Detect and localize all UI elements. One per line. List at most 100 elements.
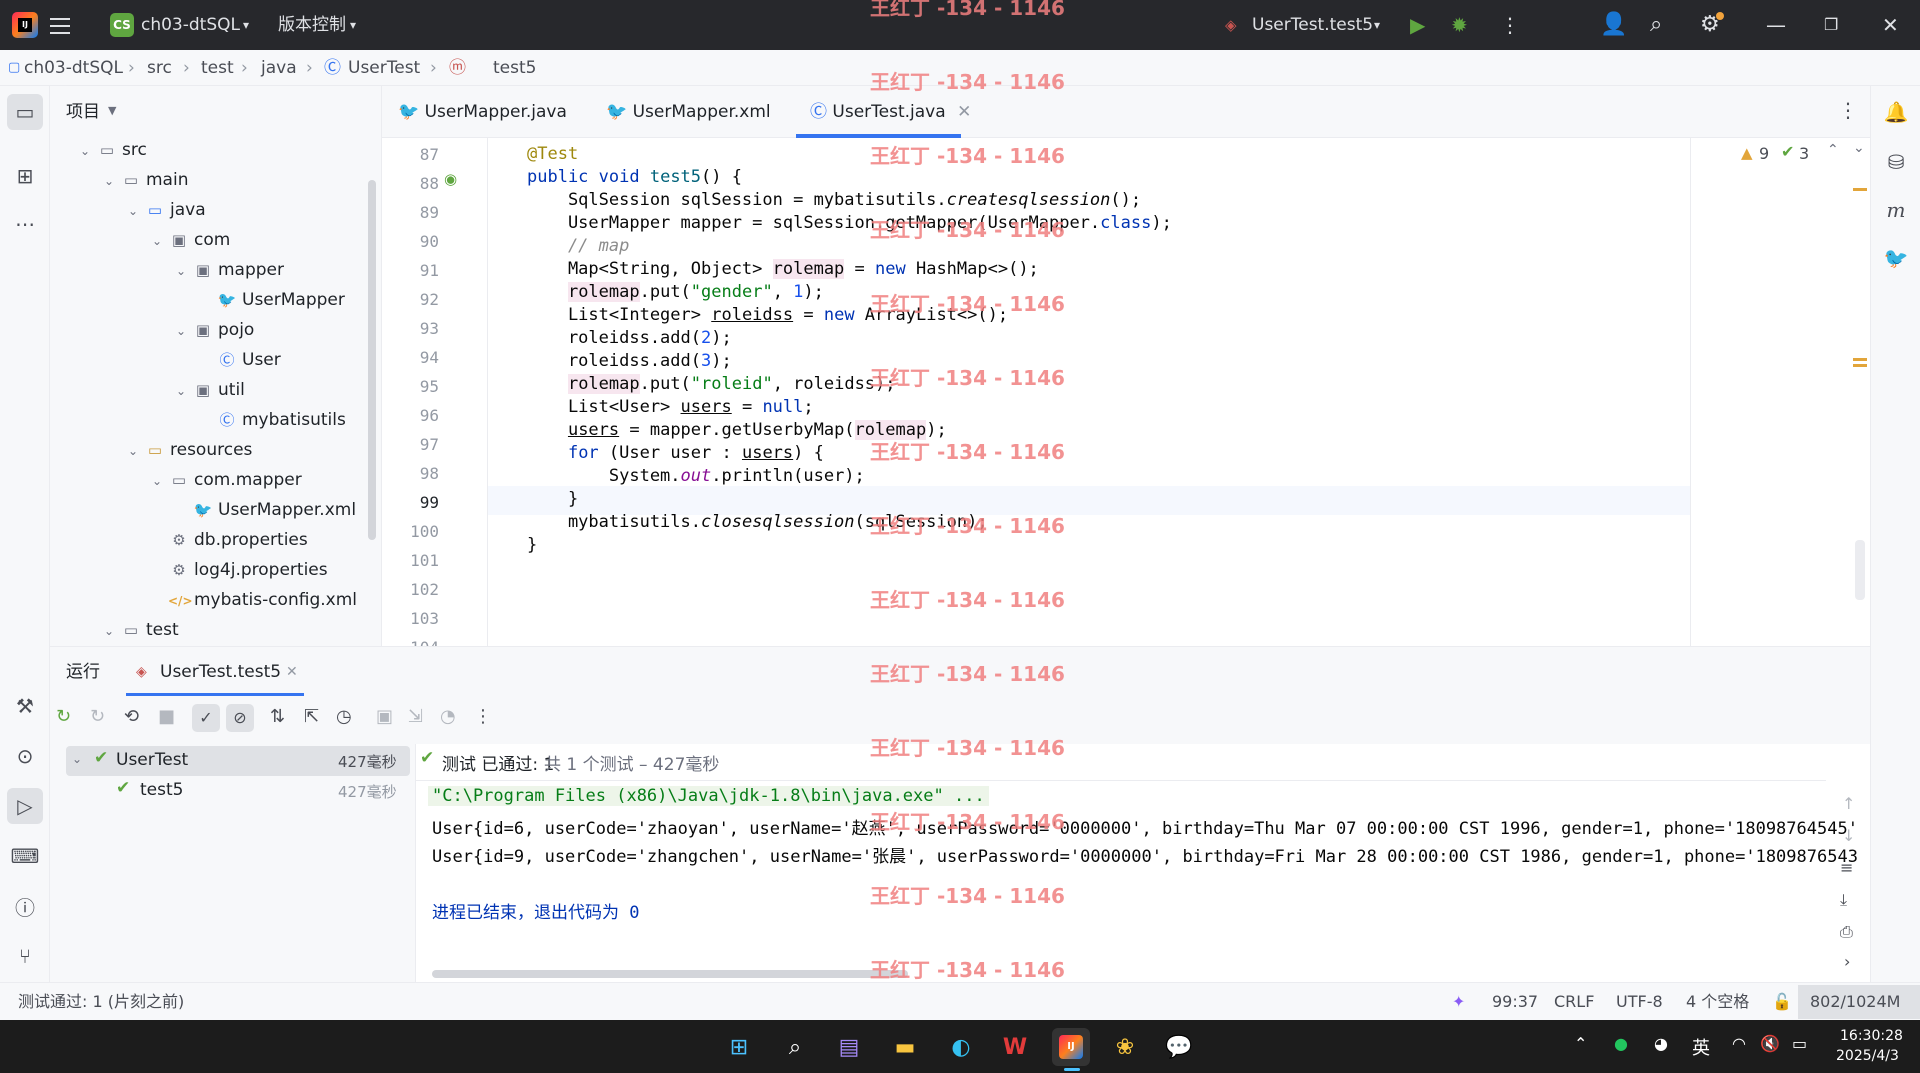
run-tool-icon[interactable]: ▷	[7, 788, 43, 824]
readonly-lock-icon[interactable]: 🔓	[1772, 983, 1792, 1021]
next-highlight-chevron-down-icon[interactable]: ⌄	[1853, 140, 1865, 156]
scroll-down-arrow-icon[interactable]: ↓	[1842, 826, 1855, 845]
tab-usermapper-java[interactable]: 🐦 UserMapper.java	[398, 86, 567, 138]
tab-usertest-java[interactable]: Ⓒ UserTest.java ✕	[810, 86, 971, 138]
run-more-icon[interactable]: ⋮	[474, 706, 492, 727]
line-number[interactable]: 96	[420, 406, 439, 425]
tree-item[interactable]: ⌄ ▭ src	[80, 135, 147, 165]
ai-assistant-icon[interactable]: ✦	[1452, 983, 1465, 1021]
tree-item[interactable]: Ⓒ User	[200, 345, 280, 375]
tree-item[interactable]: 🐦 UserMapper	[200, 285, 345, 315]
code-editor[interactable]: @Test public void test5() { SqlSession s…	[487, 138, 1690, 646]
line-number[interactable]: 88	[420, 174, 439, 193]
tabs-more-icon[interactable]: ⋮	[1838, 98, 1858, 122]
show-ignored-icon[interactable]: ⊘	[226, 704, 254, 732]
line-number[interactable]: 102	[410, 580, 439, 599]
tree-item[interactable]: 🐦 UserMapper.xml	[176, 495, 356, 525]
breadcrumb-item-project[interactable]: ch03-dtSQL	[24, 50, 123, 86]
rerun-failed-icon[interactable]: ↻	[90, 706, 105, 727]
screenshot-camera-icon[interactable]: ▣	[376, 706, 393, 727]
editor-scrollbar[interactable]	[1855, 540, 1865, 600]
more-actions-icon[interactable]: ⋮	[1500, 0, 1520, 50]
memory-indicator[interactable]: 802/1024M	[1810, 983, 1900, 1021]
project-panel-chevron-down-icon[interactable]: ▼	[108, 104, 116, 117]
console-output[interactable]: ✔ 测试 已通过: 1 共 1 个测试 – 427毫秒 "C:\Program …	[416, 744, 1870, 982]
indent-setting[interactable]: 4 个空格	[1686, 983, 1749, 1021]
tree-item[interactable]: ⌄ ▭ test	[104, 615, 179, 645]
tree-item[interactable]: ⌄ ▣ pojo	[176, 315, 254, 345]
line-number[interactable]: 101	[410, 551, 439, 570]
test-case-label[interactable]: test5	[140, 780, 183, 800]
weak-warning-check-icon[interactable]: ✔	[1781, 142, 1794, 161]
error-stripe-mark[interactable]	[1853, 364, 1867, 367]
taskbar-search-icon[interactable]: ⌕	[776, 1028, 814, 1066]
intellij-taskbar-icon[interactable]: IJ	[1052, 1028, 1090, 1066]
sort-icon[interactable]: ⇅	[270, 706, 285, 727]
tray-qq-icon[interactable]: ◕	[1654, 1034, 1668, 1053]
toggle-auto-test-icon[interactable]: ⟲	[124, 706, 139, 727]
tab-usermapper-xml[interactable]: 🐦 UserMapper.xml	[606, 86, 771, 138]
file-encoding[interactable]: UTF-8	[1616, 983, 1663, 1021]
main-menu-icon[interactable]	[50, 15, 70, 35]
vcs-chevron-down-icon[interactable]: ▾	[350, 0, 356, 50]
history-clock-icon[interactable]: ◷	[336, 706, 352, 727]
status-message[interactable]: 测试通过: 1 (片刻之前)	[18, 983, 184, 1021]
scroll-up-arrow-icon[interactable]: ↑	[1842, 794, 1855, 813]
search-everywhere-icon[interactable]: ⌕	[1650, 0, 1662, 50]
debug-icon[interactable]: ✹	[1451, 0, 1468, 50]
error-stripe-mark[interactable]	[1853, 358, 1867, 361]
project-scrollbar[interactable]	[368, 180, 376, 540]
intellij-logo-icon[interactable]: IJ	[12, 12, 38, 38]
chevron-down-icon[interactable]: ⌄	[104, 166, 120, 196]
tree-item[interactable]: ⌄ ▣ mapper	[176, 255, 284, 285]
tray-wechat-icon[interactable]: ●	[1614, 1034, 1628, 1053]
breadcrumb-item-class[interactable]: UserTest	[348, 50, 420, 86]
database-icon[interactable]: ⛁	[1878, 144, 1914, 180]
breadcrumb-item-src[interactable]: src	[147, 50, 172, 86]
chevron-down-icon[interactable]: ⌄	[176, 316, 192, 346]
vcs-widget[interactable]: 版本控制	[278, 0, 346, 50]
breadcrumb-item-java[interactable]: java	[261, 50, 297, 86]
console-scrollbar-horizontal[interactable]	[432, 970, 908, 978]
stop-icon[interactable]: ■	[158, 706, 175, 727]
tray-chevron-up-icon[interactable]: ⌃	[1574, 1034, 1587, 1053]
warning-icon[interactable]: ▲	[1741, 144, 1753, 162]
tree-item[interactable]: ⌄ ▭ main	[104, 165, 188, 195]
project-panel-title[interactable]: 项目	[66, 86, 100, 138]
problems-icon[interactable]: ⓘ	[7, 888, 43, 924]
terminal-icon[interactable]: ⌨	[7, 838, 43, 874]
line-number[interactable]: 89	[420, 203, 439, 222]
clock-date[interactable]: 2025/4/3	[1836, 1048, 1899, 1064]
edge-browser-icon[interactable]: ◐	[942, 1028, 980, 1066]
clock-time[interactable]: 16:30:28	[1840, 1028, 1903, 1044]
input-language[interactable]: 英	[1692, 1034, 1710, 1060]
windows-start-icon[interactable]: ⊞	[720, 1028, 758, 1066]
coverage-gauge-icon[interactable]: ◔	[440, 706, 456, 727]
project-name[interactable]: ch03-dtSQL	[141, 0, 240, 50]
run-tab[interactable]: UserTest.test5	[160, 647, 281, 697]
volume-muted-icon[interactable]: 🔇	[1760, 1034, 1780, 1053]
rerun-icon[interactable]: ↻	[56, 706, 71, 727]
run-config-selector[interactable]: UserTest.test5	[1252, 0, 1373, 50]
line-number[interactable]: 90	[420, 232, 439, 251]
wps-office-icon[interactable]: W	[996, 1028, 1034, 1066]
tree-item[interactable]: ⌄ ▣ com	[152, 225, 230, 255]
line-number[interactable]: 97	[420, 435, 439, 454]
maven-icon[interactable]: m	[1878, 192, 1914, 228]
line-number[interactable]: 95	[420, 377, 439, 396]
line-number[interactable]: 93	[420, 319, 439, 338]
chevron-down-icon[interactable]: ⌄	[128, 196, 144, 226]
run-icon[interactable]: ▶	[1410, 0, 1425, 50]
breadcrumb-item-test[interactable]: test	[201, 50, 234, 86]
warning-count[interactable]: 9	[1759, 144, 1769, 163]
task-view-icon[interactable]: ▤	[830, 1028, 868, 1066]
breadcrumb-item-method[interactable]: test5	[493, 50, 536, 86]
weak-warning-count[interactable]: 3	[1799, 144, 1809, 163]
minimize-window-icon[interactable]: —	[1766, 0, 1786, 50]
close-tab-icon[interactable]: ✕	[957, 102, 971, 122]
close-window-icon[interactable]: ✕	[1882, 0, 1899, 50]
settings-gear-icon[interactable]: ⚙	[1700, 0, 1720, 50]
tree-item[interactable]: ⌄ ▭ resources	[128, 435, 252, 465]
services-icon[interactable]: ⊙	[7, 738, 43, 774]
run-config-chevron-down-icon[interactable]: ▾	[1374, 0, 1380, 50]
